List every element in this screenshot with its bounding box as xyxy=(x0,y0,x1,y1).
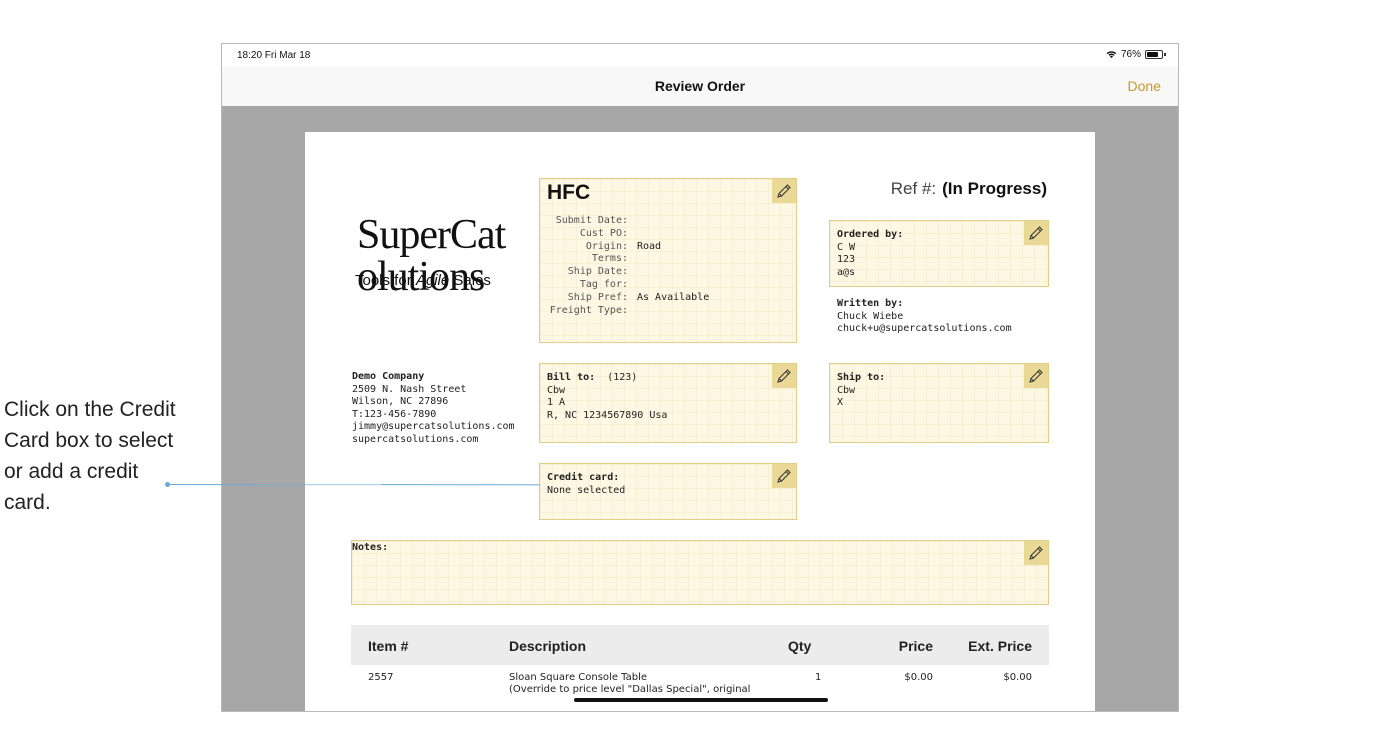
ordered-by-box[interactable]: Ordered by: C W 123 a@s xyxy=(829,220,1049,287)
col-price: Price xyxy=(898,638,933,654)
field-freight-type: Freight Type: xyxy=(549,304,628,316)
ship-to-content: Ship to: Cbw X xyxy=(837,372,886,408)
battery-icon xyxy=(1145,50,1163,59)
field-ship-pref: Ship Pref: As Available xyxy=(567,291,710,303)
page-title: Review Order xyxy=(654,78,746,94)
row-description: Sloan Square Console Table xyxy=(509,672,648,683)
notes-box[interactable]: Notes: xyxy=(351,540,1049,605)
field-ship-date: Ship Date: xyxy=(567,266,628,278)
ordered-by-content: Ordered by: C W 123 a@s xyxy=(837,229,904,278)
done-button[interactable]: Done xyxy=(1128,78,1161,94)
col-description: Description xyxy=(509,638,587,654)
pencil-icon[interactable] xyxy=(1024,541,1048,565)
status-indicators: 76% xyxy=(1106,49,1166,60)
ref-number: Ref #: (In Progress) xyxy=(890,179,1047,198)
callout-text: Click on the Credit Card box to select o… xyxy=(4,398,176,514)
credit-card-box[interactable]: Credit card: None selected xyxy=(539,463,797,520)
company-logo: SuperCat olutions Tools for Agile Sales xyxy=(355,214,506,298)
order-fields: Submit Date: Cust PO: Origin: Road Terms:… xyxy=(540,215,796,317)
order-header-box[interactable]: HFC Submit Date: Cust PO: Origin: Road Te… xyxy=(539,178,797,343)
col-qty: Qty xyxy=(788,638,812,654)
field-cust-po: Cust PO: xyxy=(579,227,628,239)
bill-to-box[interactable]: Bill to: (123) Cbw 1 A R, NC 1234567890 … xyxy=(539,363,797,443)
document-viewer[interactable]: SuperCat olutions Tools for Agile Sales … xyxy=(222,106,1178,711)
order-type-title: HFC xyxy=(547,181,591,204)
field-origin: Origin: Road xyxy=(585,240,662,252)
col-ext-price: Ext. Price xyxy=(968,638,1032,654)
col-item: Item # xyxy=(368,638,409,654)
company-address: Demo Company 2509 N. Nash Street Wilson,… xyxy=(352,371,515,445)
pencil-icon[interactable] xyxy=(1024,364,1048,388)
wifi-icon xyxy=(1106,51,1117,59)
credit-card-content: Credit card: None selected xyxy=(547,472,626,496)
home-indicator[interactable] xyxy=(574,698,828,702)
items-table-header: Item # Description Qty Price Ext. Price xyxy=(351,625,1049,665)
field-tag-for: Tag for: xyxy=(579,278,628,290)
pencil-icon[interactable] xyxy=(772,464,796,488)
status-time: 18:20 Fri Mar 18 xyxy=(237,50,311,61)
written-by: Written by: Chuck Wiebe chuck+u@supercat… xyxy=(837,298,1012,334)
logo-tagline: Tools for Agile Sales xyxy=(355,272,491,289)
navigation-bar: Review Order Done xyxy=(222,66,1178,106)
pencil-icon[interactable] xyxy=(772,364,796,388)
notes-content: Notes: xyxy=(352,542,389,553)
row-description-note: (Override to price level "Dallas Special… xyxy=(509,684,751,695)
ship-to-box[interactable]: Ship to: Cbw X xyxy=(829,363,1049,443)
field-terms: Terms: xyxy=(591,253,628,265)
row-qty: 1 xyxy=(815,672,822,683)
bill-to-content: Bill to: (123) Cbw 1 A R, NC 1234567890 … xyxy=(547,372,668,421)
device-screen: 18:20 Fri Mar 18 76% Review Order Done S… xyxy=(221,43,1179,712)
row-price: $0.00 xyxy=(904,672,933,683)
pencil-icon[interactable] xyxy=(772,179,796,203)
row-item: 2557 xyxy=(368,672,394,683)
field-submit-date: Submit Date: xyxy=(555,215,628,226)
pencil-icon[interactable] xyxy=(1024,221,1048,245)
status-bar: 18:20 Fri Mar 18 76% xyxy=(222,44,1178,66)
order-document: SuperCat olutions Tools for Agile Sales … xyxy=(305,132,1095,711)
battery-tip xyxy=(1164,53,1166,56)
row-ext-price: $0.00 xyxy=(1003,672,1032,683)
battery-percent: 76% xyxy=(1120,49,1141,60)
